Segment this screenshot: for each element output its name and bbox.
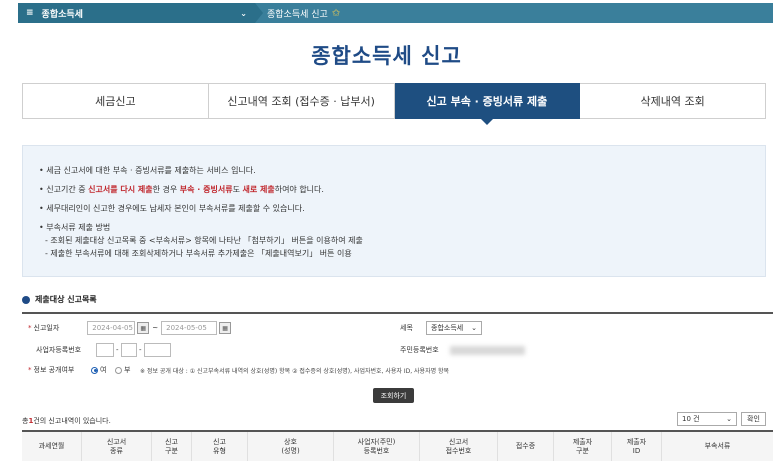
date-to-input[interactable]: 2024-05-05: [161, 321, 218, 335]
radio-no-label: 부: [124, 366, 131, 374]
tab-filing-history[interactable]: 신고내역 조회 (접수증 · 납부서): [208, 83, 395, 119]
menu-label: 종합소득세: [41, 9, 83, 20]
info-highlight: 부속 · 증빙서류: [179, 185, 233, 194]
radio-no[interactable]: [115, 366, 122, 374]
col-header: 상호 (성명): [248, 432, 334, 461]
bizno-field-2[interactable]: [121, 343, 137, 357]
top-bar: ≡ 종합소득세 ⌄ 종합소득세 신고 ✩: [0, 0, 773, 27]
search-form: * 신고일자 2024-04-05 ▦ ~ 2024-05-05 ▦ 세목 종합…: [22, 312, 773, 380]
info-line: - 조회된 제출대상 신고목록 중 <부속서류> 항목에 나타난 「첨부하기」 …: [45, 236, 363, 245]
search-button[interactable]: 조회하기: [373, 388, 414, 403]
info-text: 도: [232, 185, 243, 194]
page-title: 종합소득세 신고: [311, 44, 462, 68]
disclose-label: 정보 공개여부: [33, 366, 75, 374]
chevron-down-icon[interactable]: ⌄: [240, 9, 247, 18]
bizno-field-3[interactable]: [144, 343, 171, 357]
col-header: 부속서류: [704, 442, 731, 450]
chevron-down-icon: ⌄: [471, 324, 477, 332]
tab-deleted-history[interactable]: 삭제내역 조회: [580, 83, 766, 119]
menu-dropdown[interactable]: ≡ 종합소득세 ⌄: [18, 3, 255, 23]
info-text: 한 경우: [152, 185, 180, 194]
disclose-yes-option[interactable]: 여: [91, 365, 106, 375]
resno-masked-value: [450, 345, 525, 355]
info-text: 부속서류 제출 방법: [46, 223, 111, 232]
form-row-disclose: * 정보 공개여부 여 부 ※ 정보 공개 대상 : ① 신고부속서류 내역의 …: [22, 359, 773, 381]
table-header: 과세연월 신고서 종류 신고 구분 신고 유형 상호 (성명) 사업자(주민) …: [22, 430, 773, 461]
chevron-down-icon: ⌄: [726, 415, 732, 423]
hamburger-icon[interactable]: ≡: [26, 8, 34, 18]
info-line: • 신고기간 중 신고서를 다시 제출한 경우 부속 · 증빙서류도 새로 제출…: [39, 185, 324, 194]
star-icon[interactable]: ✩: [332, 8, 340, 19]
col-header: 신고서 접수번호: [420, 432, 498, 461]
tab-bar: 세금신고 신고내역 조회 (접수증 · 납부서) 신고 부속 · 증빙서류 제출…: [22, 83, 766, 125]
info-highlight: 신고서를 다시 제출: [88, 185, 153, 194]
col-header: 신고 구분: [152, 432, 192, 461]
section-title: 제출대상 신고목록: [22, 294, 97, 305]
disclose-note: ※ 정보 공개 대상 : ① 신고부속서류 내역의 상호(성명) 항목 ② 접수…: [140, 367, 450, 375]
disclose-no-option[interactable]: 부: [115, 365, 130, 375]
col-header: 신고 유형: [192, 432, 248, 461]
bullet-icon: [22, 295, 30, 304]
info-text: 세금 신고서에 대한 부속 · 증빙서류를 제출하는 서비스 입니다.: [46, 166, 256, 175]
calendar-icon[interactable]: ▦: [219, 322, 232, 334]
date-separator: ~: [152, 324, 159, 332]
required-mark: *: [28, 324, 32, 332]
form-row-period: * 신고일자 2024-04-05 ▦ ~ 2024-05-05 ▦ 세목 종합…: [22, 317, 773, 339]
info-text: 신고기간 중: [46, 185, 89, 194]
col-header: 제출자 ID: [612, 432, 662, 461]
breadcrumb-arrow: [255, 3, 263, 23]
date-from-input[interactable]: 2024-04-05: [87, 321, 136, 335]
result-count: 총1건의 신고내역이 있습니다.: [22, 416, 111, 426]
dash: -: [139, 346, 142, 354]
info-line: - 제출한 부속서류에 대해 조회삭제하거나 부속서류 추가제출은 「제출내역보…: [45, 249, 352, 258]
info-box: • 세금 신고서에 대한 부속 · 증빙서류를 제출하는 서비스 입니다. • …: [22, 145, 766, 277]
info-text: 세무대리인이 신고한 경우에도 납세자 본인이 부속서류를 제출할 수 있습니다…: [46, 204, 305, 213]
radio-yes[interactable]: [91, 366, 98, 374]
info-line: • 부속서류 제출 방법: [39, 223, 111, 232]
bizno-label: 사업자등록번호: [36, 346, 82, 354]
form-row-ids: 사업자등록번호 - - 주민등록번호: [22, 339, 773, 361]
resno-label: 주민등록번호: [400, 346, 439, 354]
tax-label: 세목: [400, 324, 413, 332]
calendar-icon[interactable]: ▦: [137, 322, 150, 334]
count-suffix: 건의 신고내역이 있습니다.: [33, 417, 111, 425]
info-text: 하여야 합니다.: [274, 185, 324, 194]
breadcrumb: 종합소득세 신고 ✩: [255, 3, 773, 23]
col-header: 사업자(주민) 등록번호: [334, 432, 420, 461]
period-label: 신고일자: [33, 324, 60, 332]
confirm-button[interactable]: 확인: [741, 412, 766, 426]
bizno-field-1[interactable]: [96, 343, 114, 357]
tax-select[interactable]: 종합소득세 ⌄: [426, 321, 482, 335]
section-title-text: 제출대상 신고목록: [35, 295, 97, 304]
per-page-value: 10 건: [682, 415, 700, 423]
col-header: 제출자 구분: [554, 432, 612, 461]
required-mark: *: [28, 366, 32, 374]
breadcrumb-current: 종합소득세 신고: [267, 9, 328, 20]
tab-tax-filing[interactable]: 세금신고: [22, 83, 209, 119]
info-highlight: 새로 제출: [242, 185, 275, 194]
col-header: 과세연월: [22, 432, 82, 461]
per-page-select[interactable]: 10 건 ⌄: [677, 412, 737, 426]
col-header: 접수증: [498, 432, 554, 461]
col-header: 신고서 종류: [82, 432, 152, 461]
tax-select-value: 종합소득세: [431, 324, 464, 332]
info-line: • 세무대리인이 신고한 경우에도 납세자 본인이 부속서류를 제출할 수 있습…: [39, 204, 305, 213]
info-line: • 세금 신고서에 대한 부속 · 증빙서류를 제출하는 서비스 입니다.: [39, 166, 256, 175]
dash: -: [116, 346, 119, 354]
tab-submit-documents[interactable]: 신고 부속 · 증빙서류 제출: [394, 83, 581, 125]
radio-yes-label: 여: [100, 366, 107, 374]
